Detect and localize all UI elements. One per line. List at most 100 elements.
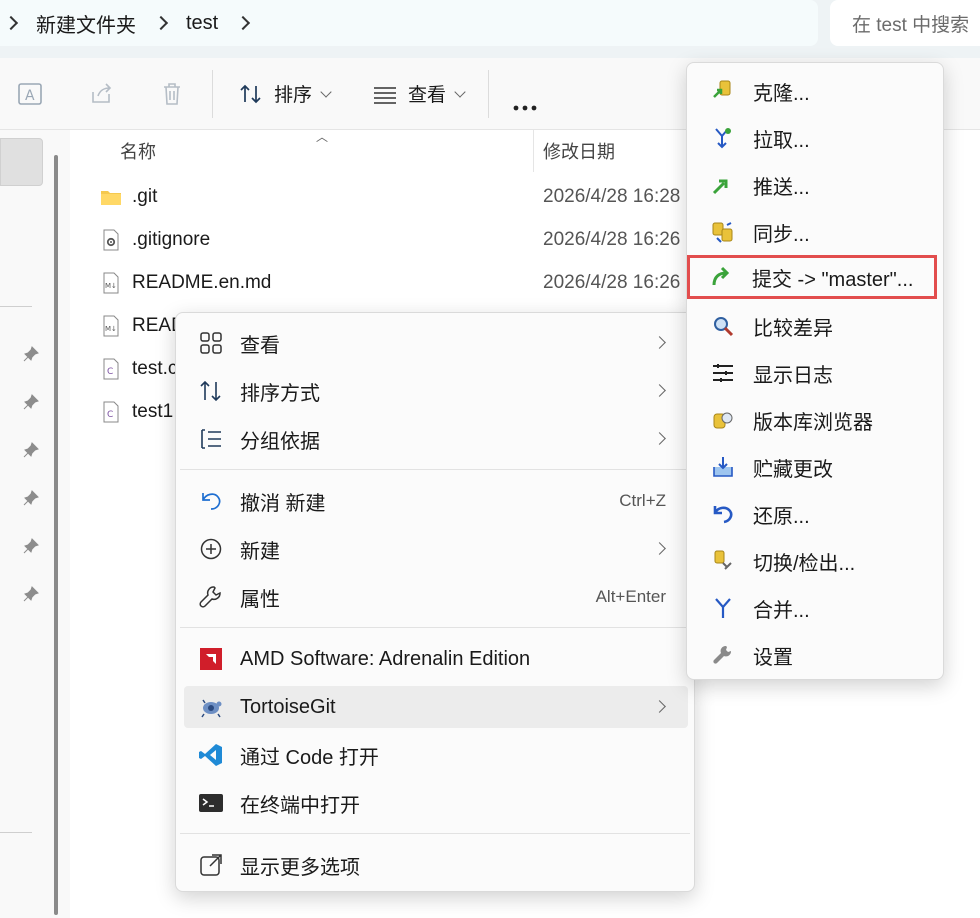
rename-icon[interactable]: A	[16, 80, 44, 108]
submenu-item-settings[interactable]: 设置	[691, 635, 939, 675]
submenu-item-pull[interactable]: 拉取...	[691, 118, 939, 158]
sort-button[interactable]: 排序	[238, 80, 332, 107]
column-header-name[interactable]: 名称	[120, 138, 156, 164]
submenu-item-push[interactable]: 推送...	[691, 165, 939, 205]
menu-item-group-by[interactable]: 分组依据	[184, 418, 688, 460]
menu-item-label: 属性	[240, 588, 280, 611]
nav-divider	[0, 832, 32, 833]
search-input[interactable]: 在 test 中搜索	[830, 0, 980, 46]
submenu-item-repo-browser[interactable]: 版本库浏览器	[691, 400, 939, 440]
menu-item-view[interactable]: 查看	[184, 322, 688, 364]
chevron-right-icon[interactable]	[154, 16, 168, 30]
delete-icon[interactable]	[158, 80, 186, 108]
grid-view-icon	[200, 332, 222, 354]
file-name: test.c	[132, 358, 178, 379]
pin-icon[interactable]	[22, 393, 40, 411]
menu-item-label: 查看	[240, 334, 280, 357]
push-icon	[712, 179, 728, 195]
file-name: .git	[132, 186, 158, 207]
svg-text:M↓: M↓	[105, 282, 117, 290]
wrench-icon	[199, 586, 221, 608]
shortcut-text: Ctrl+Z	[619, 491, 666, 510]
pin-icon[interactable]	[22, 585, 40, 603]
pin-icon[interactable]	[22, 537, 40, 555]
submenu-item-label: 还原...	[753, 505, 810, 528]
file-name: README.en.md	[132, 272, 272, 293]
submenu-item-label: 克隆...	[753, 82, 810, 105]
toolbar-divider	[212, 70, 213, 118]
breadcrumb-item-test[interactable]: test	[186, 12, 218, 35]
submenu-item-diff[interactable]: 比较差异	[691, 306, 939, 346]
pin-icon[interactable]	[22, 489, 40, 507]
menu-item-open-with-code[interactable]: 通过 Code 打开	[184, 734, 688, 776]
submenu-item-revert[interactable]: 还原...	[691, 494, 939, 534]
menu-item-open-terminal[interactable]: 在终端中打开	[184, 782, 688, 824]
menu-item-label: TortoiseGit	[240, 695, 336, 718]
markdown-file-icon: M↓	[103, 272, 119, 294]
open-external-icon	[200, 854, 222, 876]
c-file-icon: C	[103, 401, 119, 423]
svg-text:C: C	[107, 367, 113, 377]
submenu-item-label: 贮藏更改	[753, 458, 833, 481]
menu-item-new[interactable]: 新建	[184, 528, 688, 570]
submenu-item-switch[interactable]: 切换/检出...	[691, 541, 939, 581]
view-list-icon	[374, 86, 396, 104]
column-header-date[interactable]: 修改日期	[543, 138, 615, 164]
sort-ascending-icon: ︿	[316, 130, 329, 144]
switch-icon	[714, 550, 732, 570]
menu-item-tortoisegit[interactable]: TortoiseGit	[184, 686, 688, 728]
menu-item-label: 排序方式	[240, 382, 320, 405]
chevron-right-icon[interactable]	[4, 16, 18, 30]
pin-icon[interactable]	[22, 345, 40, 363]
log-icon	[713, 364, 733, 382]
menu-item-label: AMD Software: Adrenalin Edition	[240, 647, 531, 670]
terminal-icon	[199, 794, 223, 812]
tortoisegit-submenu: 克隆... 拉取... 推送... 同步... 提交 -> "master"..…	[686, 62, 944, 680]
svg-text:C: C	[107, 410, 113, 420]
submenu-item-label: 显示日志	[753, 364, 833, 387]
menu-item-undo-new[interactable]: 撤消 新建 Ctrl+Z	[184, 480, 688, 522]
submenu-item-label: 版本库浏览器	[753, 411, 873, 434]
file-name: test1	[132, 401, 174, 422]
submenu-item-label: 同步...	[753, 223, 810, 246]
more-options-button[interactable]	[512, 92, 540, 118]
wrench-icon	[713, 645, 732, 664]
menu-item-amd[interactable]: AMD Software: Adrenalin Edition	[184, 638, 688, 680]
submenu-item-label: 提交 -> "master"...	[752, 268, 914, 291]
menu-item-sort-by[interactable]: 排序方式	[184, 370, 688, 412]
menu-item-label: 在终端中打开	[240, 794, 360, 817]
chevron-down-icon	[320, 85, 332, 98]
submenu-item-sync[interactable]: 同步...	[691, 212, 939, 252]
view-label: 查看	[408, 85, 447, 106]
nav-selected-item[interactable]	[0, 138, 43, 186]
chevron-right-icon[interactable]	[236, 16, 250, 30]
svg-text:A: A	[25, 88, 35, 104]
submenu-item-commit[interactable]: 提交 -> "master"...	[687, 255, 937, 299]
breadcrumb-item-folder[interactable]: 新建文件夹	[36, 9, 136, 38]
shortcut-text: Alt+Enter	[595, 587, 666, 606]
submenu-item-label: 拉取...	[753, 129, 810, 152]
menu-item-properties[interactable]: 属性 Alt+Enter	[184, 576, 688, 618]
file-date: 2026/4/28 16:26	[543, 229, 681, 250]
vscode-icon	[199, 744, 222, 766]
submenu-item-stash[interactable]: 贮藏更改	[691, 447, 939, 487]
submenu-item-label: 推送...	[753, 176, 810, 199]
breadcrumb[interactable]: 新建文件夹 test	[0, 0, 818, 46]
menu-item-label: 通过 Code 打开	[240, 746, 379, 769]
chevron-down-icon	[454, 85, 466, 98]
config-file-icon	[103, 229, 119, 251]
menu-divider	[180, 469, 690, 470]
view-button[interactable]: 查看	[372, 80, 466, 107]
menu-item-label: 分组依据	[240, 430, 320, 453]
submenu-item-merge[interactable]: 合并...	[691, 588, 939, 628]
pin-icon[interactable]	[22, 441, 40, 459]
nav-scrollbar[interactable]	[54, 155, 58, 915]
svg-text:M↓: M↓	[105, 325, 117, 333]
share-icon[interactable]	[88, 80, 116, 108]
submenu-item-log[interactable]: 显示日志	[691, 353, 939, 393]
menu-item-show-more-options[interactable]: 显示更多选项	[184, 844, 688, 886]
magnifier-icon	[714, 317, 734, 337]
column-divider[interactable]	[533, 130, 534, 172]
file-date: 2026/4/28 16:26	[543, 272, 681, 293]
submenu-item-clone[interactable]: 克隆...	[691, 71, 939, 111]
